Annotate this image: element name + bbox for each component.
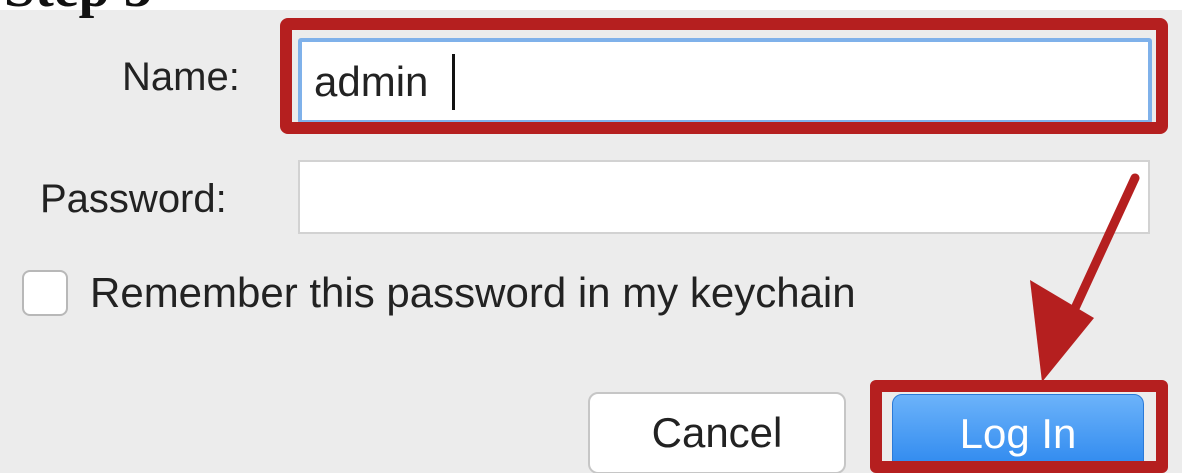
remember-checkbox[interactable] [22,270,68,316]
log-in-button[interactable]: Log In [892,394,1144,473]
remember-checkbox-label[interactable]: Remember this password in my keychain [90,268,856,318]
top-strip [0,0,1182,10]
name-label: Name: [122,55,240,99]
cropped-heading: Step 3 [4,0,152,16]
text-caret [452,54,455,110]
password-field[interactable] [298,160,1150,234]
password-label: Password: [40,177,227,221]
login-dialog: Step 3 Name: admin Password: Remember th… [0,0,1182,473]
name-field-value: admin [314,58,429,105]
name-field[interactable]: admin [298,38,1152,124]
cancel-button[interactable]: Cancel [588,392,846,473]
